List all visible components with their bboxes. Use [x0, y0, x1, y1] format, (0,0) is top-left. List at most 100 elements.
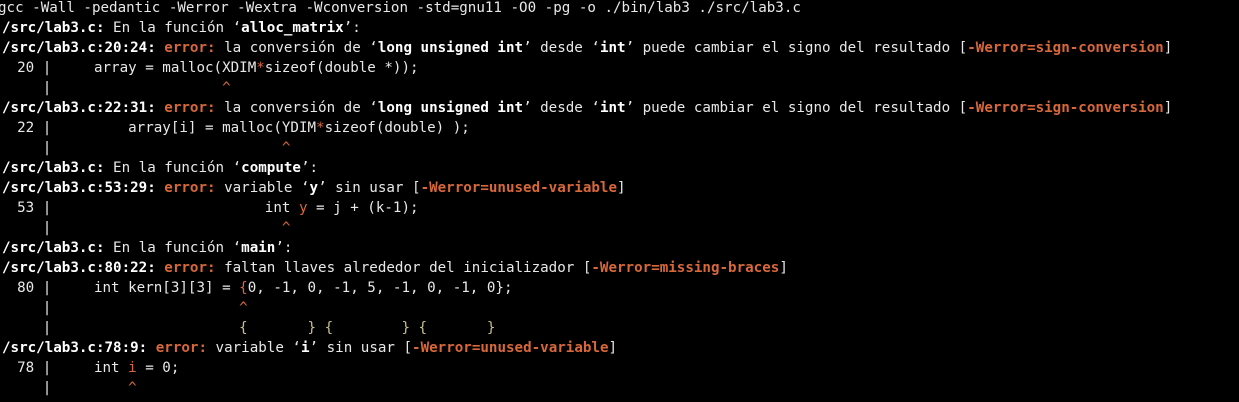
- error-line: /src/lab3.c:20:24: error: la conversión …: [2, 38, 1172, 58]
- source-code: int kern[3][3] =: [51, 280, 240, 296]
- caret-line: | ^: [0, 78, 231, 98]
- function-name: compute: [241, 160, 301, 176]
- bracket-close: ]: [1163, 40, 1173, 56]
- caret-marker: ^: [239, 300, 248, 316]
- error-message: ’ puede cambiar el signo del resultado [: [625, 100, 968, 116]
- terminal-window[interactable]: gcc -Wall -pedantic -Werror -Wextra -Wco…: [0, 0, 1239, 402]
- command-text: gcc -Wall -pedantic -Werror -Wextra -Wco…: [0, 0, 801, 16]
- source-code: = 0;: [136, 360, 180, 376]
- diagnostic-line: /src/lab3.c: En la función ‘main’:: [2, 238, 292, 258]
- highlighted-token: y: [298, 200, 308, 216]
- fixit-padding: [51, 320, 239, 336]
- error-line: /src/lab3.c:80:22: error: faltan llaves …: [2, 258, 788, 278]
- error-label: error:: [164, 260, 216, 276]
- source-code: array[i] = malloc(YDIM: [51, 120, 317, 136]
- source-code: int: [51, 360, 129, 376]
- bracket-close: ]: [779, 260, 788, 276]
- error-line: /src/lab3.c:78:9: error: variable ‘i’ si…: [2, 338, 617, 358]
- error-location: /src/lab3.c:78:9:: [2, 340, 148, 356]
- type-name: int: [599, 40, 626, 56]
- error-message: la conversión de ‘: [215, 100, 378, 116]
- in-function-text: En la función ‘: [104, 20, 242, 36]
- type-name: long unsigned int: [377, 40, 524, 56]
- quote-close: ’:: [343, 20, 361, 36]
- line-gutter: 20 |: [0, 60, 52, 76]
- line-gutter: |: [0, 220, 52, 236]
- line-gutter: |: [0, 320, 52, 336]
- caret-padding: [51, 220, 282, 236]
- fixit-hint: { } { } { }: [239, 320, 496, 336]
- error-label: error:: [155, 340, 208, 356]
- error-message: ’ desde ‘: [523, 100, 600, 116]
- line-gutter: 78 |: [0, 360, 52, 376]
- error-location: /src/lab3.c:20:24:: [2, 40, 156, 56]
- warning-flag: -Werror=missing-braces: [591, 260, 780, 276]
- highlighted-token: {: [239, 280, 248, 296]
- in-function-text: En la función ‘: [104, 160, 242, 176]
- source-line: 22 | array[i] = malloc(YDIM*sizeof(doubl…: [0, 118, 470, 138]
- in-function-text: En la función ‘: [104, 240, 242, 256]
- source-code: sizeof(double) );: [324, 120, 470, 136]
- line-gutter: |: [0, 80, 52, 96]
- file-location: /src/lab3.c:: [2, 20, 105, 36]
- error-label: error:: [164, 100, 216, 116]
- error-message: ’ sin usar [: [318, 180, 421, 196]
- caret-padding: [51, 300, 239, 316]
- error-location: /src/lab3.c:80:22:: [2, 260, 156, 276]
- error-message: variable ‘: [215, 180, 310, 196]
- warning-flag: -Werror=unused-variable: [420, 180, 618, 196]
- source-code: = j + (k-1);: [307, 200, 419, 216]
- diagnostic-line: /src/lab3.c: En la función ‘alloc_matrix…: [2, 18, 361, 38]
- caret-line: | ^: [0, 138, 291, 158]
- warning-flag: -Werror=sign-conversion: [967, 100, 1164, 116]
- quote-close: ’:: [275, 240, 293, 256]
- line-gutter: |: [0, 140, 52, 156]
- diagnostic-line: /src/lab3.c: En la función ‘compute’:: [2, 158, 318, 178]
- warning-flag: -Werror=unused-variable: [412, 340, 609, 356]
- source-line: 20 | array = malloc(XDIM*sizeof(double *…: [0, 58, 419, 78]
- type-name: int: [599, 100, 626, 116]
- caret-marker: ^: [281, 140, 291, 156]
- error-message: ’ sin usar [: [309, 340, 413, 356]
- command-line: gcc -Wall -pedantic -Werror -Wextra -Wco…: [0, 0, 801, 18]
- line-gutter: |: [0, 300, 52, 316]
- highlighted-token: i: [128, 360, 137, 376]
- file-location: /src/lab3.c:: [2, 160, 105, 176]
- error-line: /src/lab3.c:22:31: error: la conversión …: [2, 98, 1172, 118]
- caret-padding: [51, 380, 128, 396]
- file-location: /src/lab3.c:: [2, 240, 105, 256]
- error-label: error:: [164, 180, 216, 196]
- variable-name: y: [309, 180, 319, 196]
- error-label: error:: [164, 40, 216, 56]
- source-line: 80 | int kern[3][3] = {0, -1, 0, -1, 5, …: [0, 278, 513, 298]
- type-name: long unsigned int: [377, 100, 524, 116]
- source-code: sizeof(double *));: [264, 60, 419, 76]
- error-location: /src/lab3.c:22:31:: [2, 100, 156, 116]
- caret-line: | ^: [0, 218, 291, 238]
- source-line: 53 | int y = j + (k-1);: [0, 198, 419, 218]
- caret-line: | ^: [0, 298, 248, 318]
- caret-padding: [51, 80, 222, 96]
- line-gutter: 22 |: [0, 120, 52, 136]
- variable-name: i: [300, 340, 310, 356]
- source-code: array = malloc(XDIM: [51, 60, 257, 76]
- caret-line: | ^: [0, 378, 137, 398]
- line-gutter: 80 |: [0, 280, 52, 296]
- function-name: alloc_matrix: [241, 20, 344, 36]
- error-message: ’ puede cambiar el signo del resultado [: [625, 40, 968, 56]
- error-line: /src/lab3.c:53:29: error: variable ‘y’ s…: [2, 178, 626, 198]
- caret-marker: ^: [222, 80, 231, 96]
- bracket-close: ]: [617, 180, 626, 196]
- function-name: main: [241, 240, 276, 256]
- error-message: la conversión de ‘: [215, 40, 378, 56]
- bracket-close: ]: [608, 340, 618, 356]
- fixit-line: | { } { } { }: [0, 318, 496, 338]
- error-message: ’ desde ‘: [523, 40, 600, 56]
- line-gutter: 53 |: [0, 200, 52, 216]
- error-message: variable ‘: [207, 340, 301, 356]
- error-location: /src/lab3.c:53:29:: [2, 180, 156, 196]
- source-code: 0, -1, 0, -1, 5, -1, 0, -1, 0};: [247, 280, 513, 296]
- highlighted-token: *: [256, 60, 265, 76]
- line-gutter: |: [0, 380, 52, 396]
- source-line: 78 | int i = 0;: [0, 358, 179, 378]
